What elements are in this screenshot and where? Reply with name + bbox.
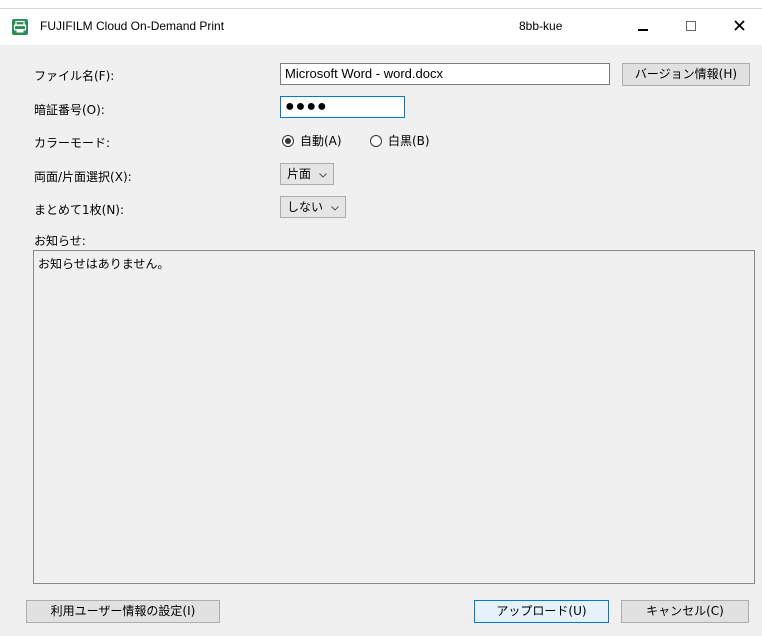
color-auto-option[interactable]: 自動(A) bbox=[282, 132, 342, 149]
notice-label: お知らせ: bbox=[34, 234, 86, 248]
upload-button[interactable]: アップロード(U) bbox=[474, 600, 609, 623]
window-user: 8bb-kue bbox=[519, 19, 563, 33]
nup-select[interactable]: しない bbox=[280, 196, 347, 218]
duplex-value: 片面 bbox=[287, 166, 312, 181]
color-mono-radio[interactable] bbox=[370, 134, 382, 147]
color-mode-label: カラーモード: bbox=[34, 136, 111, 150]
maximize-icon bbox=[686, 20, 696, 34]
duplex-select[interactable]: 片面 bbox=[280, 163, 335, 185]
chevron-down-icon bbox=[331, 198, 339, 217]
notice-box[interactable]: お知らせはありません。 bbox=[33, 250, 755, 584]
nup-label: まとめて1枚(N): bbox=[34, 203, 125, 217]
pin-field[interactable]: ●●●● bbox=[280, 96, 405, 118]
color-auto-radio[interactable] bbox=[282, 134, 294, 147]
nup-value: しない bbox=[287, 199, 324, 214]
notice-text: お知らせはありません。 bbox=[38, 257, 170, 271]
version-info-button[interactable]: バージョン情報(H) bbox=[622, 63, 750, 86]
close-icon bbox=[733, 20, 745, 34]
app-window: FUJIFILM Cloud On-Demand Print 8bb-kue フ… bbox=[0, 8, 762, 636]
file-name-field[interactable]: Microsoft Word - word.docx bbox=[280, 63, 610, 85]
color-mono-option[interactable]: 白黒(B) bbox=[370, 132, 430, 149]
chevron-down-icon bbox=[319, 165, 327, 184]
user-settings-button[interactable]: 利用ユーザー情報の設定(I) bbox=[26, 600, 220, 623]
maximize-button[interactable] bbox=[668, 9, 714, 45]
color-mono-label: 白黒(B) bbox=[388, 134, 430, 148]
cancel-button[interactable]: キャンセル(C) bbox=[621, 600, 749, 623]
minimize-icon bbox=[638, 20, 648, 34]
printer-icon bbox=[12, 19, 28, 35]
color-auto-label: 自動(A) bbox=[300, 134, 342, 148]
pin-label: 暗証番号(O): bbox=[34, 103, 105, 117]
close-button[interactable] bbox=[716, 9, 762, 45]
file-name-label: ファイル名(F): bbox=[34, 69, 115, 83]
title-bar[interactable]: FUJIFILM Cloud On-Demand Print 8bb-kue bbox=[0, 9, 762, 45]
minimize-button[interactable] bbox=[620, 9, 666, 45]
duplex-label: 両面/片面選択(X): bbox=[34, 170, 132, 184]
window-title: FUJIFILM Cloud On-Demand Print bbox=[40, 19, 225, 33]
